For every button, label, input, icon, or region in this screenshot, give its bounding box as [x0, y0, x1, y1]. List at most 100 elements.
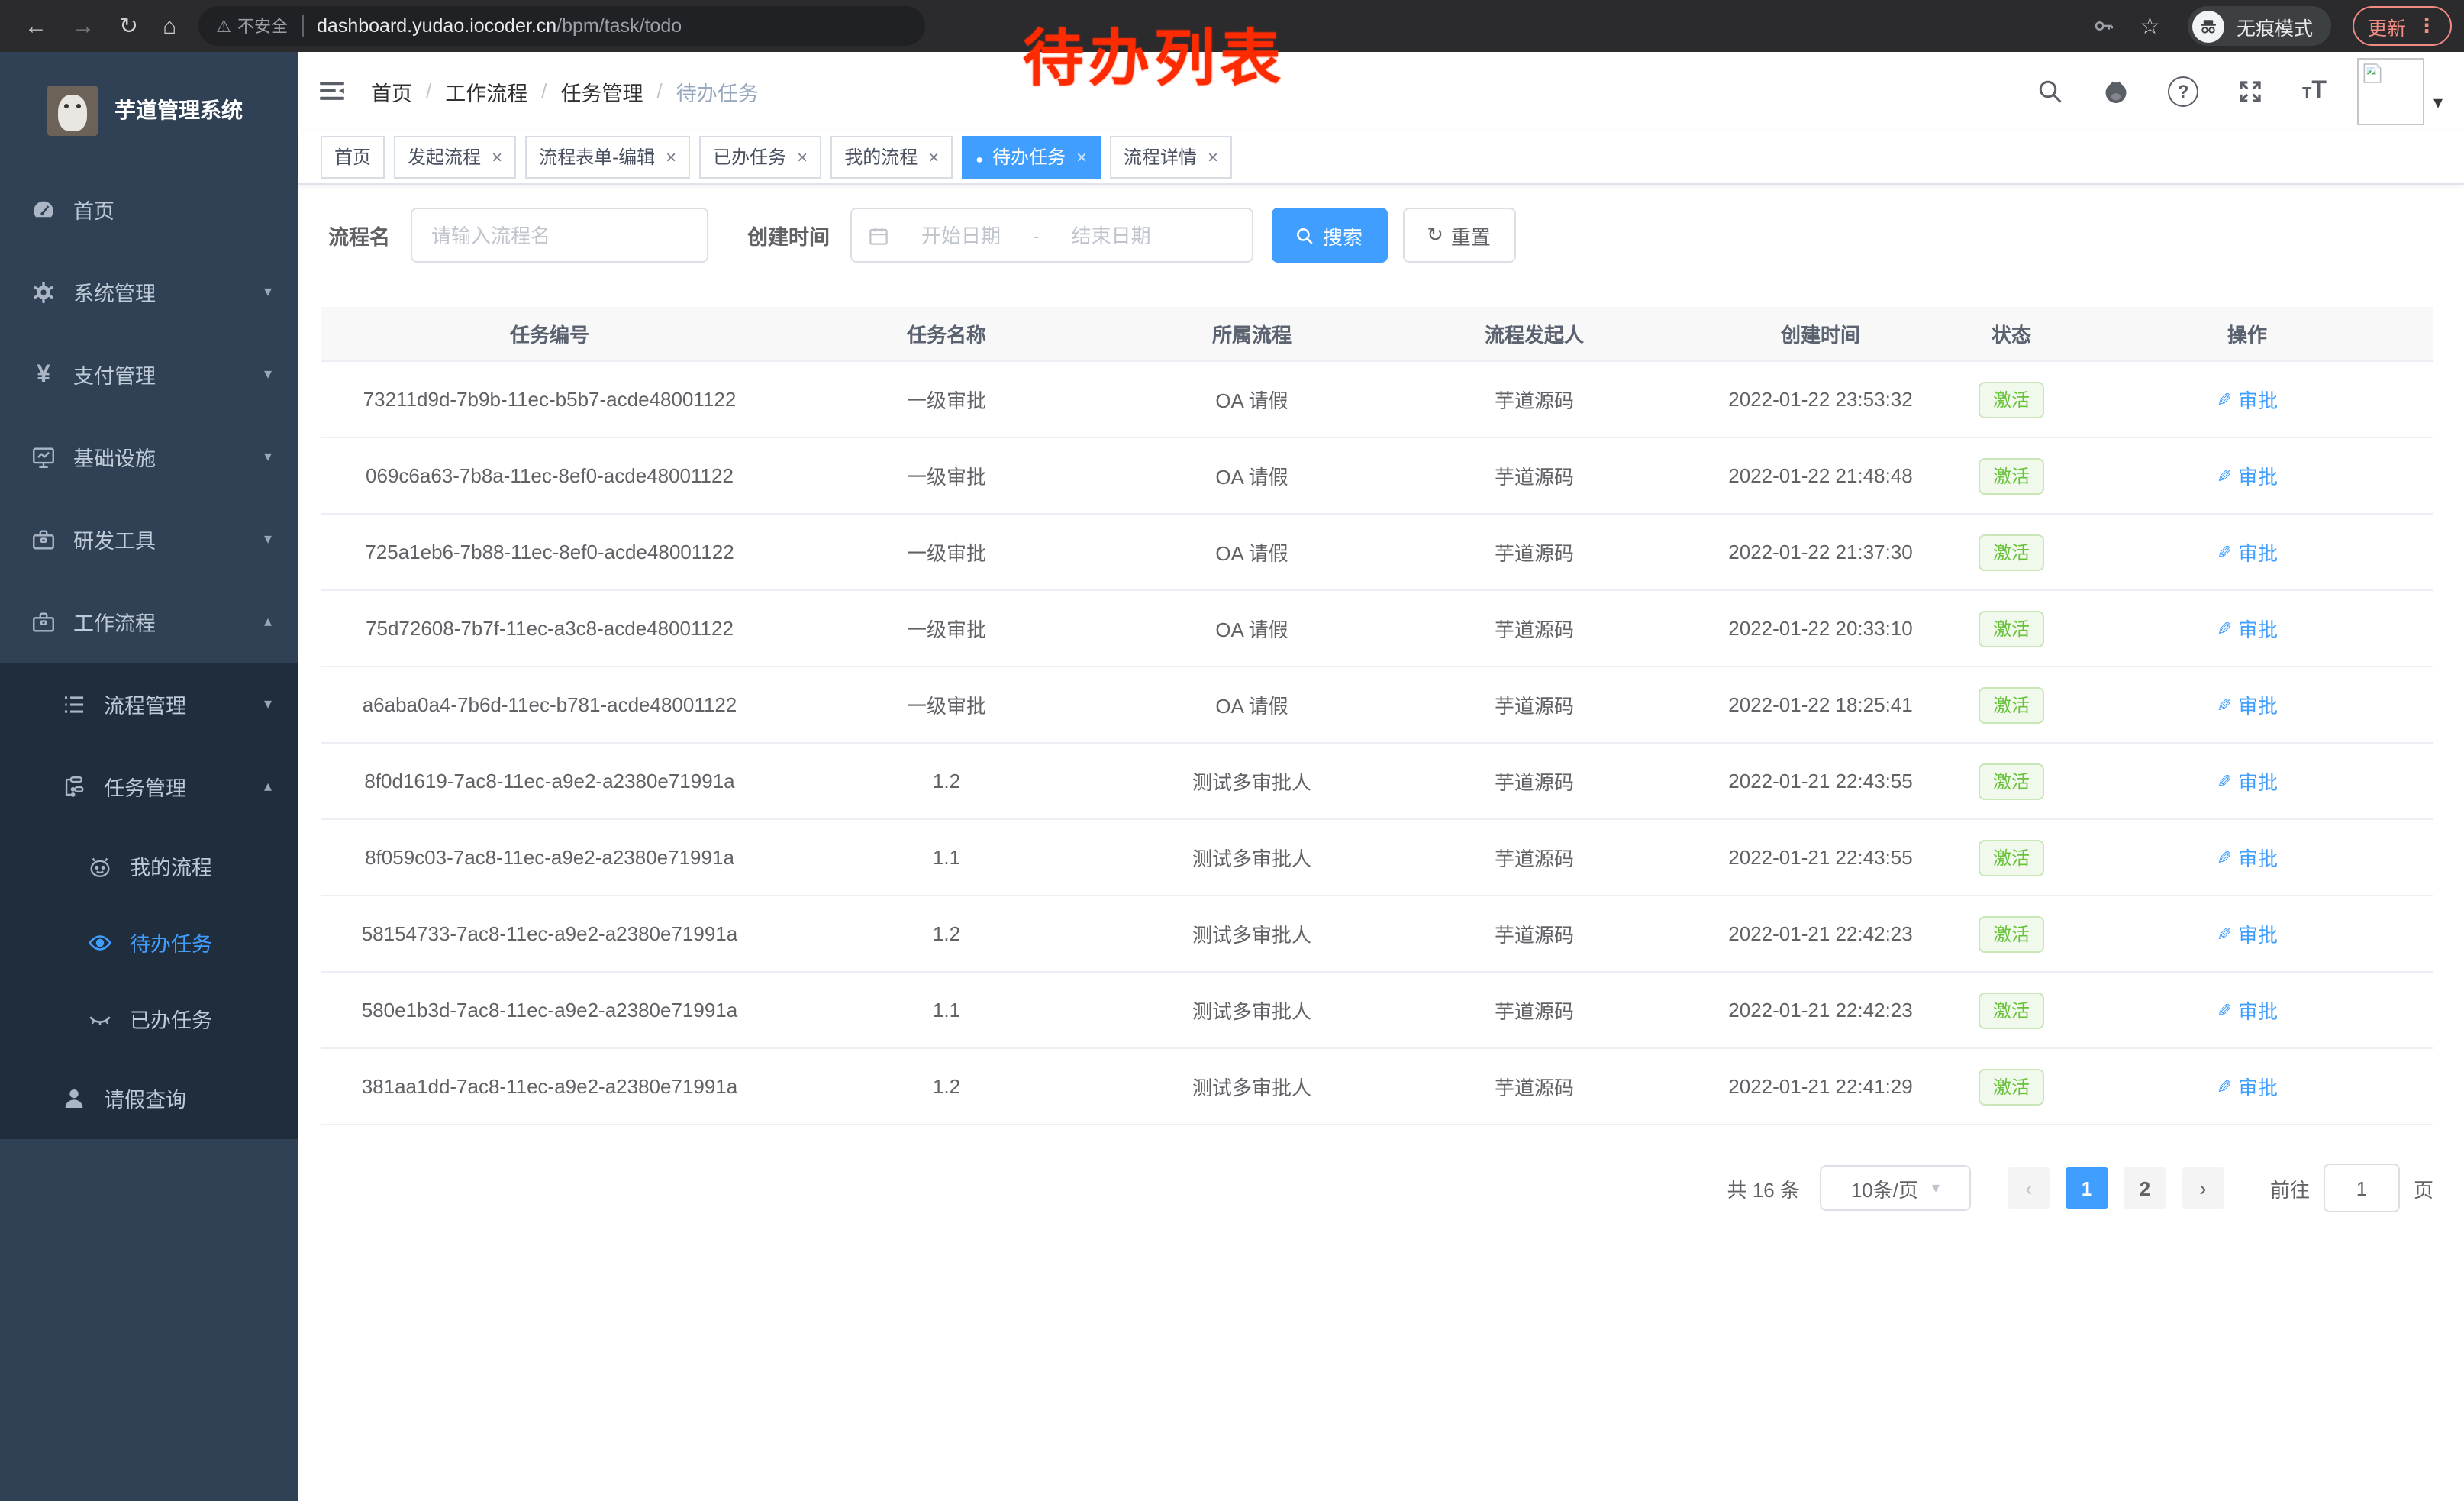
app-logo-row[interactable]: 芋道管理系统	[0, 52, 298, 168]
chevron-down-icon	[1932, 1180, 1940, 1196]
sidebar-item-leave-query[interactable]: 请假查询	[0, 1057, 298, 1139]
page-button-1[interactable]: 1	[2066, 1167, 2108, 1209]
approve-link[interactable]: 审批	[2217, 537, 2278, 567]
close-icon[interactable]	[1076, 146, 1087, 167]
table-row: a6aba0a4-7b6d-11ec-b781-acde48001122 一级审…	[321, 667, 2433, 744]
breadcrumb-current: 待办任务	[676, 76, 759, 106]
next-page-button[interactable]	[2182, 1167, 2224, 1209]
approve-link[interactable]: 审批	[2217, 767, 2278, 796]
help-question-icon[interactable]: ?	[2168, 76, 2198, 106]
tab-my-process[interactable]: 我的流程	[830, 135, 953, 178]
tab-form-edit[interactable]: 流程表单-编辑	[525, 135, 690, 178]
edit-icon	[2217, 541, 2238, 563]
page-unit-label: 页	[2414, 1173, 2433, 1202]
active-dot-icon	[976, 146, 983, 167]
tab-process-detail[interactable]: 流程详情	[1110, 135, 1232, 178]
close-icon[interactable]	[666, 146, 676, 167]
approve-link[interactable]: 审批	[2217, 614, 2278, 643]
url-text: dashboard.yudao.iocoder.cn/bpm/task/todo	[317, 15, 682, 37]
approve-link[interactable]: 审批	[2217, 690, 2278, 719]
sidebar-item-process-mgmt[interactable]: 流程管理	[0, 663, 298, 745]
date-range-picker[interactable]: -	[850, 208, 1253, 263]
incognito-icon	[2192, 10, 2224, 42]
prev-page-button[interactable]	[2008, 1167, 2050, 1209]
browser-update-button[interactable]: 更新	[2353, 6, 2452, 46]
end-date-input[interactable]	[1049, 222, 1174, 248]
cell-task-id: 381aa1dd-7ac8-11ec-a9e2-a2380e71991a	[321, 1075, 779, 1098]
tab-todo-tasks[interactable]: 待办任务	[962, 135, 1101, 178]
sidebar-item-my-process[interactable]: 我的流程	[0, 828, 298, 904]
close-icon[interactable]	[797, 146, 808, 167]
process-name-input-wrap	[410, 208, 708, 263]
browser-reload-icon[interactable]	[119, 15, 138, 37]
warning-icon	[216, 18, 237, 37]
sidebar-item-devtools[interactable]: 研发工具	[0, 498, 298, 580]
tab-start-process[interactable]: 发起流程	[394, 135, 516, 178]
fullscreen-icon[interactable]	[2237, 77, 2264, 105]
table-row: 8f059c03-7ac8-11ec-a9e2-a2380e71991a 1.1…	[321, 820, 2433, 896]
refresh-icon	[1427, 223, 1451, 247]
approve-link[interactable]: 审批	[2217, 461, 2278, 490]
search-button[interactable]: 搜索	[1271, 208, 1387, 263]
sidebar-item-task-mgmt[interactable]: 任务管理	[0, 745, 298, 828]
start-date-input[interactable]	[898, 222, 1024, 248]
sidebar-item-payment[interactable]: 支付管理	[0, 333, 298, 415]
approve-link[interactable]: 审批	[2217, 843, 2278, 872]
status-badge: 激活	[1979, 457, 2043, 494]
close-icon[interactable]	[928, 146, 939, 167]
close-icon[interactable]	[492, 146, 502, 167]
sidebar-item-done-tasks[interactable]: 已办任务	[0, 980, 298, 1057]
address-bar[interactable]: 不安全 dashboard.yudao.iocoder.cn/bpm/task/…	[198, 6, 924, 46]
tab-done-tasks[interactable]: 已办任务	[699, 135, 821, 178]
status-badge: 激活	[1979, 686, 2043, 723]
tab-home[interactable]: 首页	[321, 135, 385, 178]
search-icon[interactable]	[2037, 77, 2064, 105]
approve-link[interactable]: 审批	[2217, 919, 2278, 948]
sidebar-item-system[interactable]: 系统管理	[0, 250, 298, 333]
browser-forward-icon[interactable]	[72, 15, 95, 37]
cell-starter: 芋道源码	[1389, 537, 1679, 567]
bookmark-star-icon[interactable]	[2140, 15, 2160, 37]
sidebar-collapse-icon[interactable]	[318, 76, 347, 105]
page-button-2[interactable]: 2	[2124, 1167, 2166, 1209]
robot-icon	[87, 853, 113, 879]
goto-page-input[interactable]	[2324, 1164, 2400, 1212]
cell-starter: 芋道源码	[1389, 919, 1679, 948]
browser-home-icon[interactable]	[163, 15, 176, 37]
sidebar-item-todo-tasks[interactable]: 待办任务	[0, 904, 298, 980]
avatar[interactable]	[2357, 57, 2424, 124]
breadcrumb-home[interactable]: 首页	[371, 76, 412, 106]
table-row: 8f0d1619-7ac8-11ec-a9e2-a2380e71991a 1.2…	[321, 744, 2433, 820]
pagination: 共 16 条 10条/页 1 2 前往 页	[321, 1164, 2433, 1212]
process-name-input[interactable]	[411, 224, 706, 247]
breadcrumb-task-mgmt[interactable]: 任务管理	[561, 76, 643, 106]
approve-link[interactable]: 审批	[2217, 1072, 2278, 1101]
sidebar-item-infrastructure[interactable]: 基础设施	[0, 415, 298, 498]
cell-process: 测试多审批人	[1114, 767, 1389, 796]
font-size-icon[interactable]: TT	[2302, 79, 2327, 103]
cell-task-name: 1.1	[779, 846, 1114, 869]
browser-back-icon[interactable]	[24, 15, 47, 37]
edit-icon	[2217, 464, 2238, 487]
total-count: 共 16 条	[1727, 1173, 1800, 1202]
chevron-down-icon	[264, 696, 272, 712]
close-icon[interactable]	[1208, 146, 1218, 167]
app-logo-avatar	[47, 85, 98, 135]
cell-create-time: 2022-01-22 23:53:32	[1679, 388, 1962, 411]
cell-task-id: a6aba0a4-7b6d-11ec-b781-acde48001122	[321, 693, 779, 716]
github-icon[interactable]	[2102, 77, 2130, 105]
reset-button[interactable]: 重置	[1402, 208, 1515, 263]
status-badge: 激活	[1979, 839, 2043, 876]
sidebar-item-workflow[interactable]: 工作流程	[0, 580, 298, 663]
cell-create-time: 2022-01-22 21:37:30	[1679, 541, 1962, 563]
avatar-caret-icon[interactable]	[2433, 91, 2443, 112]
approve-link[interactable]: 审批	[2217, 996, 2278, 1025]
breadcrumb-workflow[interactable]: 工作流程	[445, 76, 527, 106]
page-size-select[interactable]: 10条/页	[1820, 1165, 1971, 1211]
status-badge: 激活	[1979, 534, 2043, 570]
approve-link[interactable]: 审批	[2217, 385, 2278, 414]
tags-view-bar: 首页 发起流程 流程表单-编辑 已办任务 我的流程 待办任务 流程详情	[298, 130, 2464, 185]
sidebar-item-home[interactable]: 首页	[0, 168, 298, 250]
browser-menu-icon[interactable]	[2406, 12, 2437, 40]
password-key-icon[interactable]	[2091, 14, 2115, 38]
